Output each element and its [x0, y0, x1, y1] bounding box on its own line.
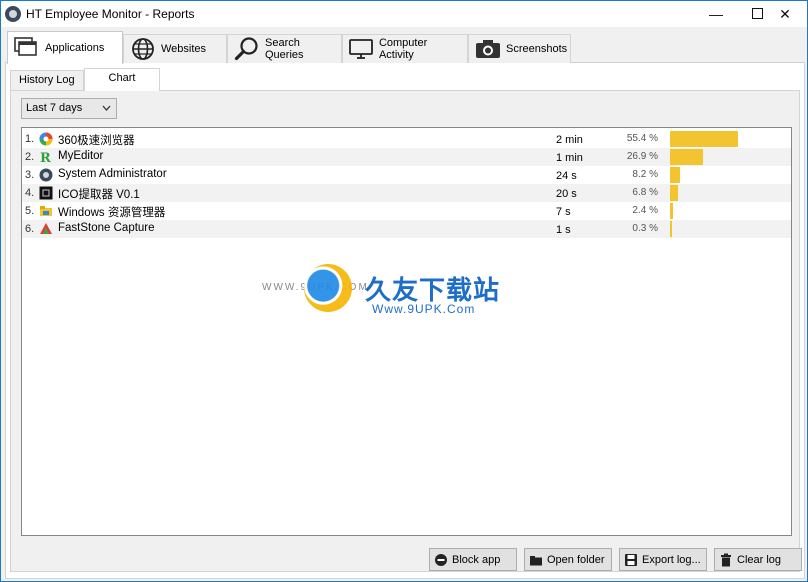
list-item[interactable]: 4. ICO提取器 V0.1 20 s 6.8 %: [22, 184, 791, 202]
app-time: 7 s: [556, 206, 571, 218]
ico-extractor-icon: [39, 186, 53, 200]
clear-log-button[interactable]: Clear log: [714, 548, 802, 571]
usage-bar: [670, 167, 680, 183]
period-dropdown[interactable]: Last 7 days: [21, 98, 117, 119]
app-name: 360极速浏览器: [58, 135, 135, 147]
system-admin-icon: [39, 168, 53, 182]
camera-icon: [475, 38, 501, 60]
globe-icon: [130, 38, 156, 60]
export-log-button[interactable]: Export log...: [619, 548, 707, 571]
windows-stack-icon: [14, 37, 40, 59]
app-name: Windows 资源管理器: [58, 207, 166, 219]
monitor-icon: [349, 38, 374, 60]
period-value: Last 7 days: [26, 102, 83, 114]
tab-label: History Log: [19, 74, 75, 86]
svg-text:R: R: [40, 151, 51, 164]
row-number: 4.: [25, 187, 35, 199]
button-label: Open folder: [547, 553, 605, 566]
save-icon: [624, 553, 638, 567]
tab-label: Applications: [45, 42, 105, 54]
tab-screenshots[interactable]: Screenshots: [468, 34, 571, 63]
row-number: 5.: [25, 205, 35, 217]
app-time: 20 s: [556, 188, 577, 200]
app-time: 2 min: [556, 134, 583, 146]
chevron-down-icon: [102, 99, 111, 125]
row-number: 2.: [25, 151, 35, 163]
watermark-url: Www.9UPK.Com: [372, 302, 476, 316]
applications-panel: History Log Chart Last 7 days 1. 360极速浏览…: [5, 63, 805, 579]
watermark-url-left: WWW.9UPK.COM: [262, 282, 369, 293]
usage-bar: [670, 131, 738, 147]
block-app-button[interactable]: Block app: [429, 548, 517, 571]
tab-computer-activity[interactable]: Computer Activity: [342, 34, 468, 63]
app-percent: 26.9 %: [626, 151, 658, 162]
action-bar: Block app Open folder Export log... Clea…: [429, 548, 802, 571]
app-window: HT Employee Monitor - Reports — ✕ Applic…: [0, 0, 808, 582]
app-time: 1 s: [556, 224, 571, 236]
close-button[interactable]: ✕: [763, 1, 807, 27]
browser-360-icon: [39, 132, 53, 146]
usage-bar: [670, 149, 703, 165]
list-item[interactable]: 3. System Administrator 24 s 8.2 %: [22, 166, 791, 184]
app-percent: 55.4 %: [626, 133, 658, 144]
app-name: FastStone Capture: [58, 222, 155, 234]
app-name: System Administrator: [58, 168, 167, 180]
row-number: 6.: [25, 223, 35, 235]
usage-bar: [670, 203, 673, 219]
app-time: 24 s: [556, 170, 577, 182]
app-logo-icon: [5, 6, 21, 22]
app-time: 1 min: [556, 152, 583, 164]
open-folder-button[interactable]: Open folder: [524, 548, 612, 571]
main-tab-strip: Applications Websites Search Queries Com…: [5, 31, 805, 64]
tab-label: Search Queries: [265, 37, 304, 61]
usage-bar: [670, 221, 672, 237]
app-percent: 2.4 %: [632, 205, 658, 216]
tab-websites[interactable]: Websites: [123, 34, 227, 63]
app-name: ICO提取器 V0.1: [58, 189, 140, 201]
row-number: 3.: [25, 169, 35, 181]
app-usage-list[interactable]: 1. 360极速浏览器 2 min 55.4 % 2. R MyEditor 1…: [21, 127, 792, 536]
usage-bar: [670, 185, 678, 201]
watermark-logo-icon: [304, 264, 352, 312]
magnifier-icon: [234, 37, 260, 61]
myeditor-icon: R: [39, 150, 53, 166]
tab-label: Websites: [161, 43, 207, 55]
button-label: Export log...: [642, 553, 701, 566]
row-number: 1.: [25, 133, 35, 145]
watermark: WWW.9UPK.COM 久友下载站 Www.9UPK.Com: [262, 264, 502, 324]
tab-search-queries[interactable]: Search Queries: [227, 34, 342, 63]
list-item[interactable]: 5. Windows 资源管理器 7 s 2.4 %: [22, 202, 791, 220]
app-name: MyEditor: [58, 150, 104, 162]
title-bar: HT Employee Monitor - Reports — ✕: [1, 1, 807, 27]
watermark-title: 久友下载站: [365, 275, 501, 305]
tab-label: Computer Activity: [378, 37, 428, 61]
list-item[interactable]: 2. R MyEditor 1 min 26.9 %: [22, 148, 791, 166]
explorer-folder-icon: [39, 204, 53, 218]
folder-icon: [529, 553, 543, 567]
button-label: Block app: [452, 553, 501, 566]
list-item[interactable]: 1. 360极速浏览器 2 min 55.4 %: [22, 130, 791, 148]
faststone-icon: [39, 222, 53, 236]
tab-applications[interactable]: Applications: [7, 31, 123, 64]
sub-tab-strip: History Log Chart: [10, 68, 800, 91]
trash-icon: [719, 553, 733, 567]
chart-panel: Last 7 days 1. 360极速浏览器 2 min 55.4 % 2. …: [10, 90, 802, 572]
app-percent: 0.3 %: [632, 223, 658, 234]
minimize-button[interactable]: —: [694, 1, 738, 27]
tab-label: Chart: [108, 72, 136, 84]
maximize-icon: [752, 8, 763, 19]
window-title: HT Employee Monitor - Reports: [26, 7, 195, 21]
list-item[interactable]: 6. FastStone Capture 1 s 0.3 %: [22, 220, 791, 238]
app-percent: 8.2 %: [632, 169, 658, 180]
tab-chart[interactable]: Chart: [84, 68, 160, 91]
block-icon: [434, 553, 448, 567]
app-percent: 6.8 %: [632, 187, 658, 198]
button-label: Clear log: [737, 553, 782, 566]
tab-label: Screenshots: [506, 43, 568, 55]
tab-history-log[interactable]: History Log: [10, 70, 84, 90]
